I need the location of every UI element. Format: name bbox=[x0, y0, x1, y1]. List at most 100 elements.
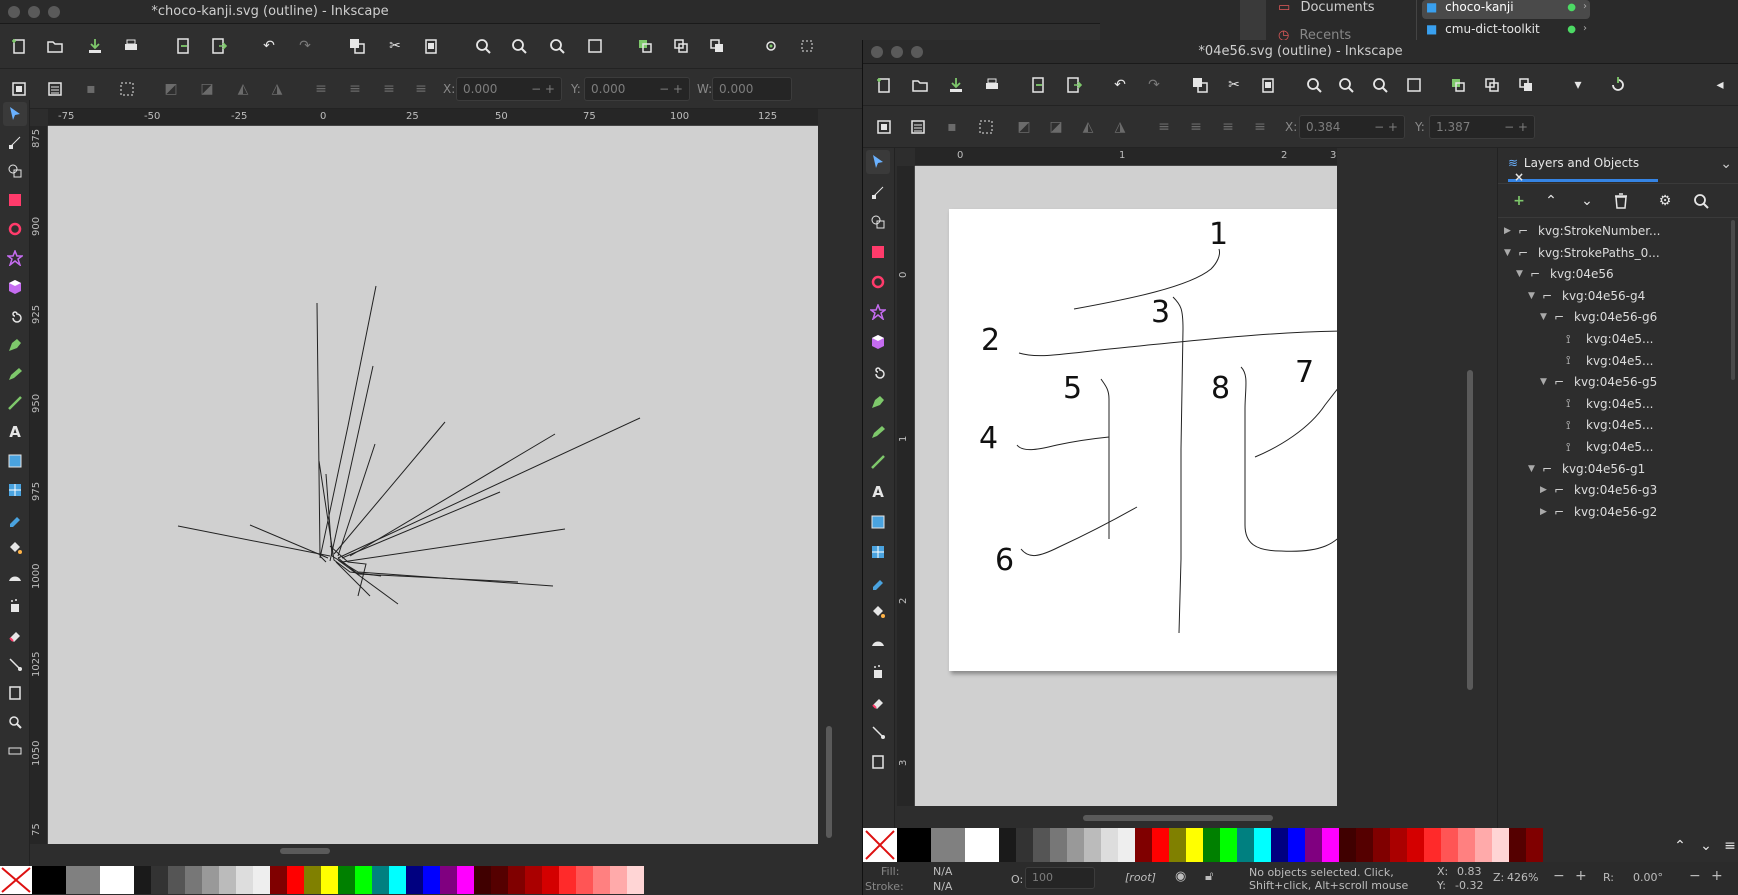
duplicate-icon[interactable] bbox=[1189, 74, 1211, 96]
print-icon[interactable] bbox=[120, 35, 142, 57]
pages-tool-icon[interactable] bbox=[866, 750, 890, 774]
zoom-selection-icon[interactable] bbox=[1303, 74, 1325, 96]
undo-icon[interactable]: ↶ bbox=[258, 35, 280, 57]
move-up-icon[interactable]: ⌃ bbox=[1540, 190, 1562, 212]
color-swatch[interactable] bbox=[1458, 828, 1475, 862]
lower-to-bottom-icon[interactable]: ≡ bbox=[1249, 116, 1271, 138]
select-all-layers-icon[interactable] bbox=[44, 78, 66, 100]
cut-icon[interactable]: ✂ bbox=[384, 35, 406, 57]
layer-tree-row[interactable]: ▼ ⌐ kvg:StrokePaths_0... bbox=[1498, 242, 1730, 264]
rotate-cw-icon[interactable]: ◪ bbox=[196, 78, 218, 100]
y-coordinate-field[interactable]: 0.000 − + bbox=[584, 77, 690, 101]
export-icon[interactable] bbox=[208, 35, 230, 57]
color-swatch[interactable] bbox=[423, 866, 440, 894]
left-horizontal-ruler[interactable]: -75 -50 -25 0 25 50 75 100 125 bbox=[48, 109, 818, 126]
ungroup-icon[interactable] bbox=[1481, 74, 1503, 96]
import-icon[interactable] bbox=[172, 35, 194, 57]
close-tab-icon[interactable]: × bbox=[1514, 170, 1524, 184]
tree-scrollbar[interactable] bbox=[1731, 220, 1735, 380]
rectangle-tool-icon[interactable] bbox=[866, 240, 890, 264]
expand-down-icon[interactable]: ▼ bbox=[1540, 377, 1552, 387]
raise-icon[interactable]: ≡ bbox=[1185, 116, 1207, 138]
rotation-value[interactable]: 0.00° bbox=[1633, 871, 1663, 884]
color-swatch[interactable] bbox=[389, 866, 406, 894]
color-swatch[interactable] bbox=[576, 866, 593, 894]
palette-scroll-up-icon[interactable]: ⌃ bbox=[1669, 835, 1691, 857]
rotate-minus-icon[interactable]: − bbox=[1689, 868, 1701, 884]
pen-tool-icon[interactable] bbox=[866, 390, 890, 414]
paint-bucket-icon[interactable] bbox=[866, 600, 890, 624]
color-swatch[interactable] bbox=[1101, 828, 1118, 862]
zoom-in-icon[interactable]: + bbox=[1575, 868, 1587, 884]
delete-icon[interactable] bbox=[1610, 190, 1632, 212]
paint-bucket-icon[interactable] bbox=[3, 536, 27, 560]
color-swatch[interactable] bbox=[1356, 828, 1373, 862]
color-swatch[interactable] bbox=[1271, 828, 1288, 862]
layer-tree-row[interactable]: ▼ ⌐ kvg:04e56 bbox=[1498, 263, 1730, 285]
x-stepper-icon[interactable]: − + bbox=[531, 82, 555, 96]
touch-select-icon[interactable] bbox=[975, 116, 997, 138]
color-swatch[interactable] bbox=[168, 866, 185, 894]
color-swatch[interactable] bbox=[1203, 828, 1220, 862]
fill-value[interactable]: N/A bbox=[933, 865, 952, 878]
measure-tool-icon[interactable] bbox=[3, 739, 27, 763]
x-coordinate-field[interactable]: 0.000 − + bbox=[456, 77, 562, 101]
expand-down-icon[interactable]: ▼ bbox=[1528, 291, 1540, 301]
dropper-tool-icon[interactable] bbox=[866, 570, 890, 594]
w-field[interactable]: 0.000 bbox=[712, 77, 792, 101]
layer-tree-row[interactable]: ⟟ kvg:04e5... bbox=[1498, 393, 1730, 415]
zoom-page-icon[interactable] bbox=[546, 35, 568, 57]
layer-tree-row[interactable]: ⟟ kvg:04e5... bbox=[1498, 436, 1730, 458]
rotate-cw-icon[interactable]: ◪ bbox=[1045, 116, 1067, 138]
layer-tree-row[interactable]: ⟟ kvg:04e5... bbox=[1498, 414, 1730, 436]
shape-builder-icon[interactable] bbox=[866, 210, 890, 234]
add-layer-icon[interactable]: + bbox=[1508, 190, 1530, 212]
lower-icon[interactable]: ≡ bbox=[1217, 116, 1239, 138]
layer-indicator[interactable]: [root] bbox=[1125, 871, 1156, 884]
opacity-field[interactable]: 100 bbox=[1025, 867, 1095, 889]
color-swatch[interactable] bbox=[1118, 828, 1135, 862]
right-color-palette[interactable] bbox=[863, 828, 1683, 862]
expand-down-icon[interactable]: ▼ bbox=[1516, 269, 1528, 279]
color-swatch[interactable] bbox=[457, 866, 474, 894]
selector-tool-icon[interactable] bbox=[866, 150, 890, 174]
color-swatch[interactable] bbox=[1135, 828, 1152, 862]
color-swatch[interactable] bbox=[1152, 828, 1169, 862]
search-icon[interactable] bbox=[1690, 190, 1712, 212]
redo-icon[interactable]: ↷ bbox=[1143, 74, 1165, 96]
rotate-ccw-icon[interactable]: ◩ bbox=[1013, 116, 1035, 138]
tweak-tool-icon[interactable] bbox=[3, 565, 27, 589]
color-swatch[interactable] bbox=[1067, 828, 1084, 862]
layer-tree-row[interactable]: ▶ ⌐ kvg:StrokeNumber... bbox=[1498, 220, 1730, 242]
new-document-icon[interactable] bbox=[873, 74, 895, 96]
3d-box-tool-icon[interactable] bbox=[866, 330, 890, 354]
color-swatch[interactable] bbox=[1254, 828, 1271, 862]
node-tool-icon[interactable] bbox=[3, 130, 27, 154]
no-paint-swatch[interactable] bbox=[863, 828, 897, 862]
save-icon[interactable] bbox=[945, 74, 967, 96]
lower-to-bottom-icon[interactable]: ≡ bbox=[410, 78, 432, 100]
color-swatch[interactable] bbox=[1186, 828, 1203, 862]
rotate-ccw-icon[interactable]: ◩ bbox=[160, 78, 182, 100]
layer-tree-row[interactable]: ▼ ⌐ kvg:04e56-g5 bbox=[1498, 371, 1730, 393]
paste-icon[interactable] bbox=[1257, 74, 1279, 96]
x-stepper-icon[interactable]: − + bbox=[1374, 120, 1398, 134]
color-swatch[interactable] bbox=[1050, 828, 1067, 862]
ellipse-tool-icon[interactable] bbox=[866, 270, 890, 294]
text-tool-icon[interactable]: A bbox=[866, 480, 890, 504]
group-icon[interactable] bbox=[634, 35, 656, 57]
color-swatch[interactable] bbox=[508, 866, 525, 894]
layer-tree-row[interactable]: ▼ ⌐ kvg:04e56-g4 bbox=[1498, 285, 1730, 307]
maximize-window-button[interactable] bbox=[911, 46, 923, 58]
color-swatch[interactable] bbox=[1441, 828, 1458, 862]
color-swatch[interactable] bbox=[1169, 828, 1186, 862]
3d-box-tool-icon[interactable] bbox=[3, 275, 27, 299]
lower-icon[interactable]: ≡ bbox=[378, 78, 400, 100]
color-swatch[interactable] bbox=[965, 828, 999, 862]
no-paint-swatch[interactable] bbox=[0, 866, 32, 894]
dropdown-arrow-icon[interactable]: ▾ bbox=[1567, 74, 1589, 96]
deselect-icon[interactable]: ▪ bbox=[80, 78, 102, 100]
color-swatch[interactable] bbox=[185, 866, 202, 894]
ungroup-icon[interactable] bbox=[670, 35, 692, 57]
dropper-tool-icon[interactable] bbox=[3, 507, 27, 531]
